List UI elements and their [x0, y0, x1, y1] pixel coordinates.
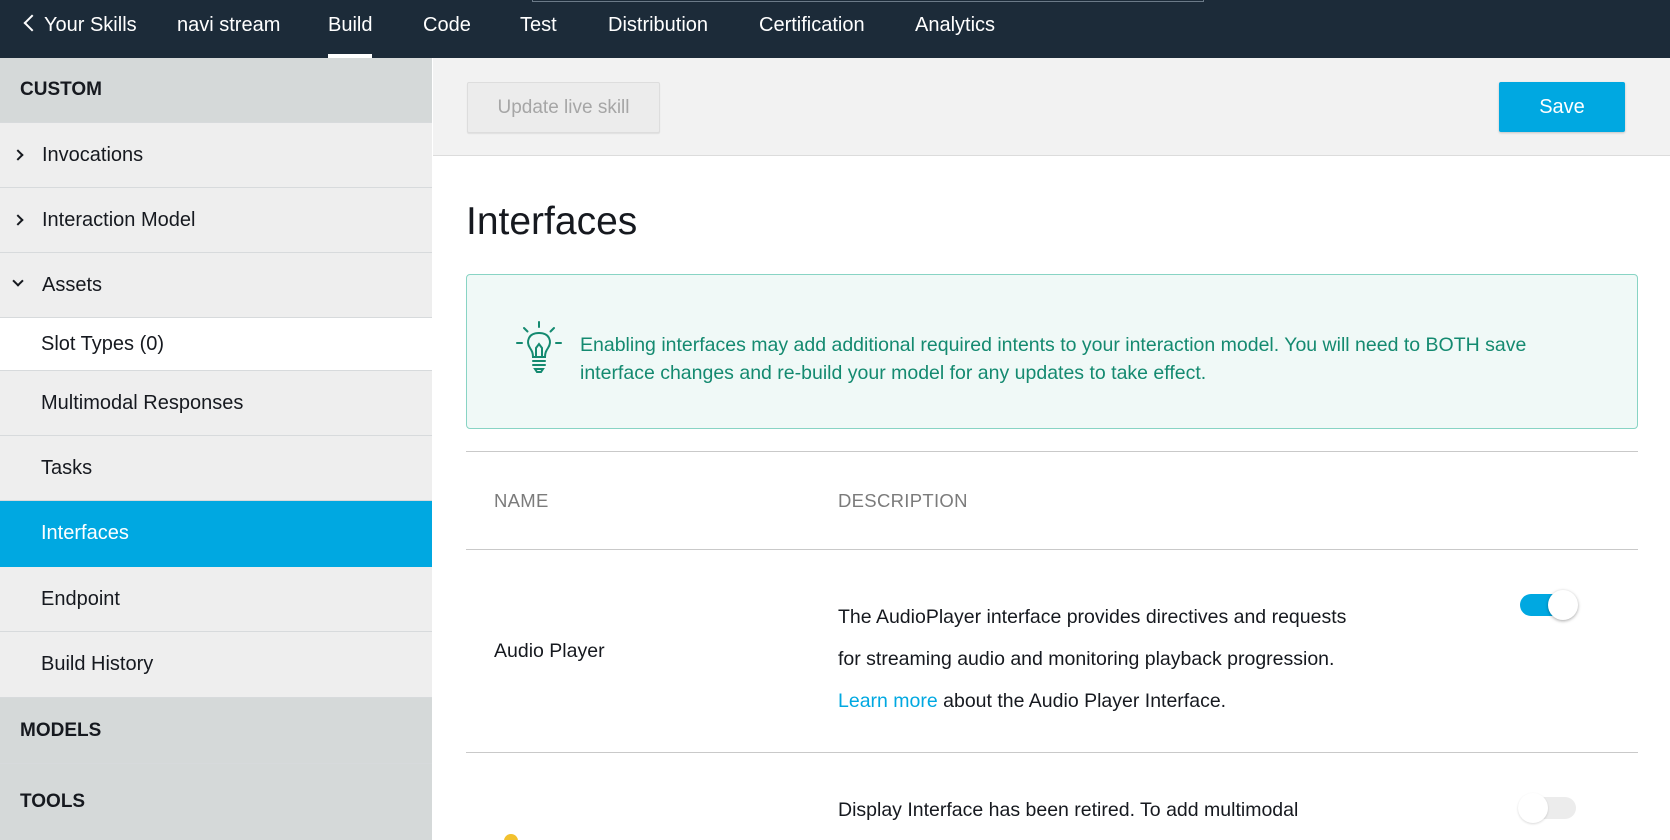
chevron-left-icon	[23, 14, 41, 32]
display-interface-toggle[interactable]	[1518, 793, 1576, 823]
action-toolbar: Update live skill Save	[433, 58, 1670, 156]
table-header-divider	[466, 549, 1638, 550]
star-icon	[504, 834, 518, 840]
sidebar-item-label: Interaction Model	[42, 208, 196, 231]
sidebar-section-tools[interactable]: TOOLS	[0, 764, 432, 840]
tab-build[interactable]: Build	[328, 0, 373, 58]
top-navigation-bar: Your Skills navi stream Build Code Test …	[0, 0, 1670, 58]
chevron-right-icon	[12, 214, 24, 226]
page-title: Interfaces	[466, 200, 638, 243]
table-row-divider	[466, 752, 1638, 753]
save-button[interactable]: Save	[1499, 82, 1625, 132]
sidebar-item-multimodal-responses[interactable]: Multimodal Responses	[0, 371, 432, 436]
sidebar-item-interaction-model[interactable]: Interaction Model	[0, 188, 432, 253]
chevron-down-icon	[12, 275, 24, 287]
info-banner: Enabling interfaces may add additional r…	[466, 274, 1638, 429]
sidebar: CUSTOM Invocations Interaction Model Ass…	[0, 58, 432, 840]
sidebar-item-build-history[interactable]: Build History	[0, 632, 432, 698]
learn-more-link[interactable]: Learn more	[838, 690, 938, 712]
column-header-description: DESCRIPTION	[838, 490, 968, 511]
sidebar-item-invocations[interactable]: Invocations	[0, 123, 432, 188]
tab-analytics[interactable]: Analytics	[915, 0, 995, 58]
toggle-knob	[1548, 590, 1578, 620]
tab-certification[interactable]: Certification	[759, 0, 865, 58]
interface-description-display: Display Interface has been retired. To a…	[838, 799, 1299, 821]
toggle-knob	[1518, 793, 1548, 823]
description-line: Learn more about the Audio Player Interf…	[838, 680, 1358, 722]
audio-player-toggle[interactable]	[1520, 590, 1578, 620]
back-label: Your Skills	[44, 14, 137, 36]
sidebar-item-label: Invocations	[42, 143, 144, 166]
column-header-name: NAME	[494, 490, 549, 511]
sidebar-section-custom: CUSTOM	[0, 58, 432, 123]
chevron-right-icon	[12, 149, 24, 161]
sidebar-item-slot-types[interactable]: Slot Types (0)	[0, 318, 432, 371]
sidebar-item-endpoint[interactable]: Endpoint	[0, 567, 432, 632]
tab-distribution[interactable]: Distribution	[608, 0, 708, 58]
sidebar-item-tasks[interactable]: Tasks	[0, 436, 432, 501]
tab-build-label: Build	[328, 14, 373, 36]
sidebar-section-models[interactable]: MODELS	[0, 698, 432, 764]
description-line: for streaming audio and monitoring playb…	[838, 648, 1335, 670]
interface-description-audio-player: The AudioPlayer interface provides direc…	[838, 596, 1358, 722]
sidebar-item-interfaces[interactable]: Interfaces	[0, 501, 432, 567]
skill-name[interactable]: navi stream	[177, 0, 280, 58]
interface-name-audio-player: Audio Player	[494, 640, 605, 662]
table-top-divider	[466, 451, 1638, 452]
update-live-skill-button[interactable]: Update live skill	[467, 82, 660, 133]
tab-test[interactable]: Test	[520, 0, 557, 58]
sidebar-item-assets[interactable]: Assets	[0, 253, 432, 318]
back-to-skills-link[interactable]: Your Skills	[22, 0, 137, 58]
info-banner-text: Enabling interfaces may add additional r…	[580, 334, 1527, 384]
learn-more-suffix: about the Audio Player Interface.	[937, 690, 1227, 712]
lightbulb-icon	[516, 321, 562, 373]
tab-code[interactable]: Code	[423, 0, 471, 58]
sidebar-item-label: Assets	[42, 273, 103, 296]
description-line: The AudioPlayer interface provides direc…	[838, 606, 1347, 628]
